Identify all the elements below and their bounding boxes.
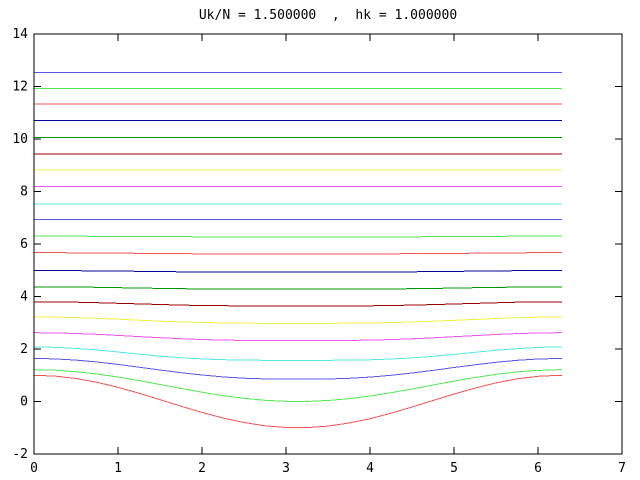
level-curve-8 bbox=[34, 271, 562, 273]
level-curve-1 bbox=[34, 370, 562, 402]
x-tick-label: 5 bbox=[450, 461, 458, 476]
x-tick-label: 0 bbox=[30, 461, 38, 476]
y-tick-label: 4 bbox=[20, 290, 28, 305]
level-curve-3 bbox=[34, 347, 562, 360]
y-tick-label: 6 bbox=[20, 237, 28, 252]
level-curve-5 bbox=[34, 317, 562, 323]
level-curve-7 bbox=[34, 287, 562, 289]
plot-window: { "title": "Uk/N = 1.500000 , hk = 1.000… bbox=[0, 0, 640, 480]
x-tick-label: 1 bbox=[114, 461, 122, 476]
level-curve-6 bbox=[34, 302, 562, 306]
y-tick-label: 2 bbox=[20, 342, 28, 357]
y-tick-label: 8 bbox=[20, 185, 28, 200]
plot-frame bbox=[34, 34, 622, 454]
level-curve-4 bbox=[34, 333, 562, 341]
y-tick-label: 0 bbox=[20, 395, 28, 410]
x-tick-label: 2 bbox=[198, 461, 206, 476]
y-tick-label: 10 bbox=[12, 132, 28, 147]
y-tick-label: -2 bbox=[12, 447, 28, 462]
y-tick-label: 12 bbox=[12, 80, 28, 95]
x-tick-label: 4 bbox=[366, 461, 374, 476]
level-curve-10 bbox=[34, 236, 562, 237]
x-tick-label: 6 bbox=[534, 461, 542, 476]
x-tick-label: 7 bbox=[618, 461, 626, 476]
x-tick-label: 3 bbox=[282, 461, 290, 476]
y-tick-label: 14 bbox=[12, 27, 28, 42]
plot-canvas: 01234567-202468101214 bbox=[0, 0, 640, 480]
level-curve-9 bbox=[34, 253, 562, 254]
